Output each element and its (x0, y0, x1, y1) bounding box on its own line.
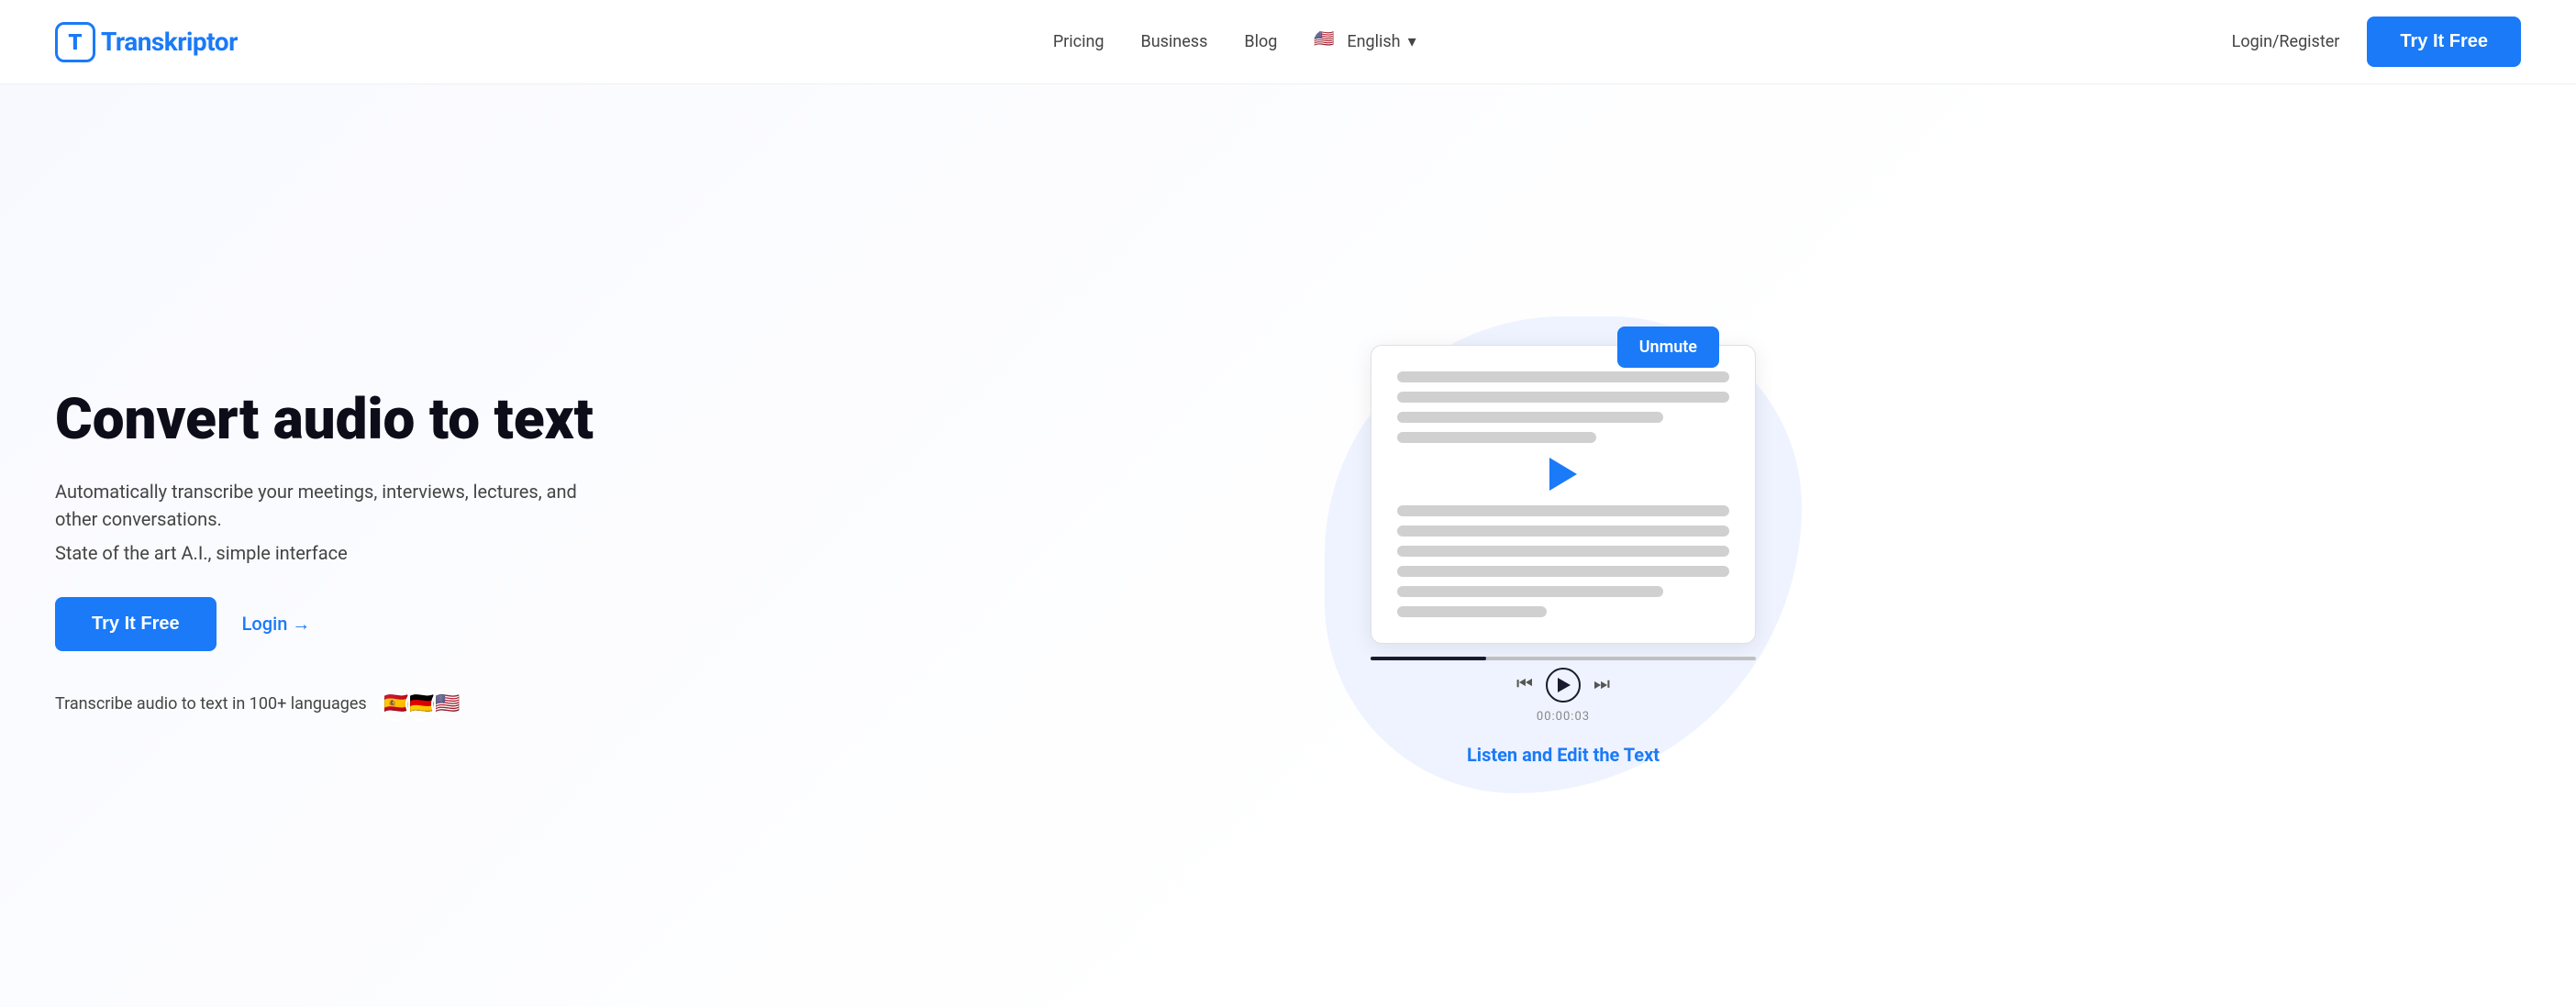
business-link[interactable]: Business (1141, 32, 1208, 51)
text-line-6 (1397, 526, 1729, 537)
nav-item-blog[interactable]: Blog (1244, 32, 1277, 51)
text-lines-bottom (1397, 505, 1729, 617)
play-cursor-icon (1549, 458, 1577, 491)
language-label: English (1347, 32, 1400, 51)
chevron-down-icon: ▾ (1408, 32, 1416, 51)
hero-subtitle: Automatically transcribe your meetings, … (55, 478, 605, 533)
play-triangle-icon (1558, 678, 1571, 692)
text-line-4 (1397, 432, 1596, 443)
rewind-icon: ⏮ (1516, 674, 1533, 695)
progress-track (1371, 657, 1756, 660)
progress-bar[interactable] (1371, 657, 1756, 660)
us-flag-nav: 🇺🇸 (1314, 29, 1339, 55)
blog-link[interactable]: Blog (1244, 32, 1277, 51)
flag-us: 🇺🇸 (431, 688, 464, 721)
player-container: Unmute (1371, 345, 1756, 644)
logo-text: Transkriptor (101, 27, 238, 57)
navbar: T Transkriptor Pricing Business Blog 🇺🇸 … (0, 0, 2576, 84)
text-line-1 (1397, 371, 1729, 382)
rewind-button[interactable]: ⏮ (1516, 674, 1533, 695)
unmute-badge[interactable]: Unmute (1617, 326, 1719, 368)
text-line-5 (1397, 505, 1729, 516)
logo[interactable]: T Transkriptor (55, 22, 238, 62)
nav-item-business[interactable]: Business (1141, 32, 1208, 51)
nav-item-pricing[interactable]: Pricing (1053, 32, 1105, 51)
pricing-link[interactable]: Pricing (1053, 32, 1105, 51)
hero-section: Convert audio to text Automatically tran… (0, 84, 2576, 1007)
hero-actions: Try It Free Login → (55, 597, 605, 651)
listen-edit-label[interactable]: Listen and Edit the Text (1467, 744, 1660, 766)
languages-text: Transcribe audio to text in 100+ languag… (55, 694, 367, 714)
text-line-2 (1397, 392, 1729, 403)
hero-left: Convert audio to text Automatically tran… (55, 389, 605, 720)
hero-title: Convert audio to text (55, 389, 605, 451)
text-lines (1397, 371, 1729, 443)
hero-right: Unmute (605, 326, 2521, 784)
login-register-link[interactable]: Login/Register (2232, 32, 2340, 51)
nav-item-language[interactable]: 🇺🇸 English ▾ (1314, 29, 1416, 55)
player-controls: ⏮ ⏭ (1516, 668, 1610, 703)
fastforward-button[interactable]: ⏭ (1593, 674, 1610, 695)
player-wrapper: Unmute (1371, 345, 1756, 766)
text-line-7 (1397, 546, 1729, 557)
try-it-free-button-hero[interactable]: Try It Free (55, 597, 217, 651)
nav-right: Login/Register Try It Free (2232, 17, 2521, 67)
language-selector[interactable]: 🇺🇸 English ▾ (1314, 29, 1416, 55)
login-link[interactable]: Login → (242, 613, 311, 636)
audio-player: ⏮ ⏭ 00:00:03 (1371, 657, 1756, 724)
try-it-free-button-nav[interactable]: Try It Free (2367, 17, 2521, 67)
text-line-3 (1397, 412, 1663, 423)
text-line-9 (1397, 586, 1663, 597)
text-line-8 (1397, 566, 1729, 577)
progress-fill (1371, 657, 1486, 660)
text-line-10 (1397, 606, 1547, 617)
flag-group: 🇪🇸 🇩🇪 🇺🇸 (380, 688, 464, 721)
nav-links: Pricing Business Blog 🇺🇸 English ▾ (1053, 29, 1416, 55)
play-circle (1546, 668, 1581, 703)
timestamp: 00:00:03 (1537, 710, 1590, 724)
transcript-card (1371, 345, 1756, 644)
hero-tagline: State of the art A.I., simple interface (55, 542, 605, 564)
logo-icon: T (55, 22, 95, 62)
fastforward-icon: ⏭ (1593, 674, 1610, 695)
play-pause-button[interactable] (1546, 668, 1581, 703)
hero-languages: Transcribe audio to text in 100+ languag… (55, 688, 605, 721)
